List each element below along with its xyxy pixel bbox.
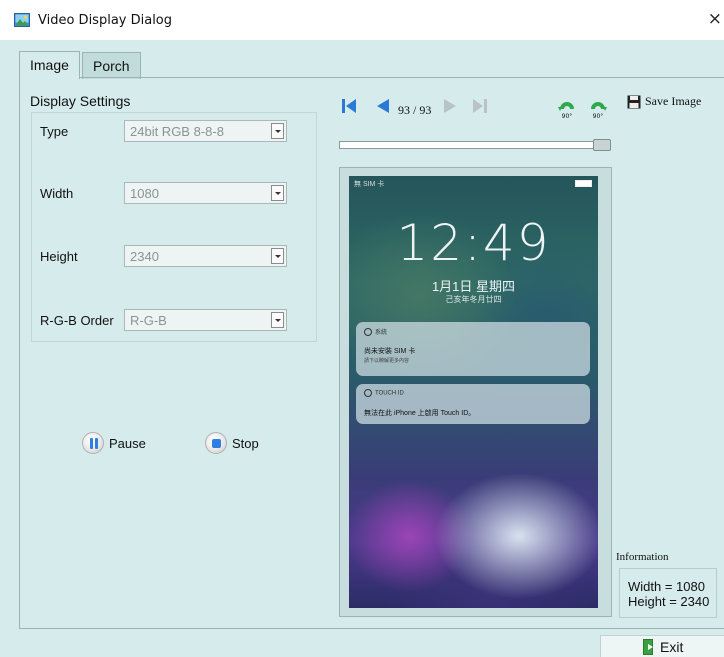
previous-frame-icon[interactable] <box>374 98 390 114</box>
notification-title: 無法在此 iPhone 上啟用 Touch ID。 <box>364 410 476 417</box>
display-settings-title: Display Settings <box>30 93 131 109</box>
chevron-down-icon[interactable] <box>271 312 284 328</box>
type-value: 24bit RGB 8-8-8 <box>130 124 224 139</box>
pause-label: Pause <box>109 435 146 451</box>
notification-system: 系統 尚未安裝 SIM 卡 請下以瞭解更多內容 <box>356 322 590 376</box>
chevron-down-icon[interactable] <box>271 185 284 201</box>
slider-thumb[interactable] <box>593 139 611 151</box>
notification-title: 尚未安裝 SIM 卡 <box>364 348 416 355</box>
chevron-down-icon[interactable] <box>271 123 284 139</box>
tab-image-label: Image <box>30 57 69 73</box>
rgb-order-label: R-G-B Order <box>40 313 114 328</box>
width-select[interactable]: 1080 <box>124 182 287 204</box>
information-title: Information <box>616 551 669 563</box>
rotate-right-icon[interactable]: 90° <box>588 98 608 120</box>
phone-screen-image: 無 SIM 卡 12:49 1月1日 星期四 己亥年冬月廿四 系統 尚未安裝 S… <box>349 176 598 608</box>
stop-button[interactable]: Stop <box>205 432 259 454</box>
lock-screen-time: 12:49 <box>396 214 551 272</box>
lock-screen-date: 1月1日 星期四 <box>431 279 516 294</box>
rgb-order-select[interactable]: R-G-B <box>124 309 287 331</box>
stop-label: Stop <box>232 435 259 451</box>
frame-indicator: 93 / 93 <box>398 103 432 117</box>
save-image-label: Save Image <box>645 94 702 108</box>
height-select[interactable]: 2340 <box>124 245 287 267</box>
exit-label: Exit <box>660 638 684 655</box>
next-frame-icon[interactable] <box>443 98 459 114</box>
rgb-order-value: R-G-B <box>130 313 167 328</box>
title-bar: Video Display Dialog × <box>0 0 724 40</box>
display-settings-group <box>31 112 317 342</box>
exit-door-icon <box>643 638 653 655</box>
information-box: Width = 1080 Height = 2340 <box>619 568 717 618</box>
exit-button[interactable]: Exit <box>600 635 724 657</box>
floppy-disk-icon <box>627 95 641 108</box>
info-height: Height = 2340 <box>628 594 710 609</box>
save-image-button[interactable]: Save Image <box>627 94 701 109</box>
pause-icon <box>82 432 104 454</box>
window-title: Video Display Dialog <box>38 13 173 28</box>
info-width: Width = 1080 <box>628 579 705 594</box>
width-value: 1080 <box>130 186 159 201</box>
height-value: 2340 <box>130 249 159 264</box>
tab-porch[interactable]: Porch <box>82 52 141 79</box>
notification-body: 請下以瞭解更多內容 <box>364 358 410 364</box>
type-label: Type <box>40 124 69 139</box>
notification-app: 系統 <box>375 330 388 336</box>
tab-porch-label: Porch <box>93 58 130 74</box>
width-label: Width <box>40 186 74 201</box>
status-text: 無 SIM 卡 <box>354 181 385 188</box>
pause-button[interactable]: Pause <box>82 432 146 454</box>
frame-slider[interactable] <box>339 139 611 151</box>
svg-text:90°: 90° <box>562 113 573 120</box>
rotate-left-icon[interactable]: 90° <box>557 98 577 120</box>
first-frame-icon[interactable] <box>341 98 357 114</box>
battery-icon <box>575 180 592 187</box>
lock-screen-lunar-date: 己亥年冬月廿四 <box>445 295 502 304</box>
chevron-down-icon[interactable] <box>271 248 284 264</box>
notification-touch-id: TOUCH ID 無法在此 iPhone 上啟用 Touch ID。 <box>356 384 590 424</box>
type-select[interactable]: 24bit RGB 8-8-8 <box>124 120 287 142</box>
svg-text:90°: 90° <box>593 113 604 120</box>
image-app-icon <box>14 13 30 27</box>
last-frame-icon[interactable] <box>472 98 488 114</box>
stop-icon <box>205 432 227 454</box>
info-icon <box>364 328 372 337</box>
close-icon[interactable]: × <box>708 9 722 29</box>
notification-app: TOUCH ID <box>375 390 404 397</box>
tab-image[interactable]: Image <box>19 51 80 79</box>
info-icon <box>364 389 372 397</box>
height-label: Height <box>40 249 78 264</box>
